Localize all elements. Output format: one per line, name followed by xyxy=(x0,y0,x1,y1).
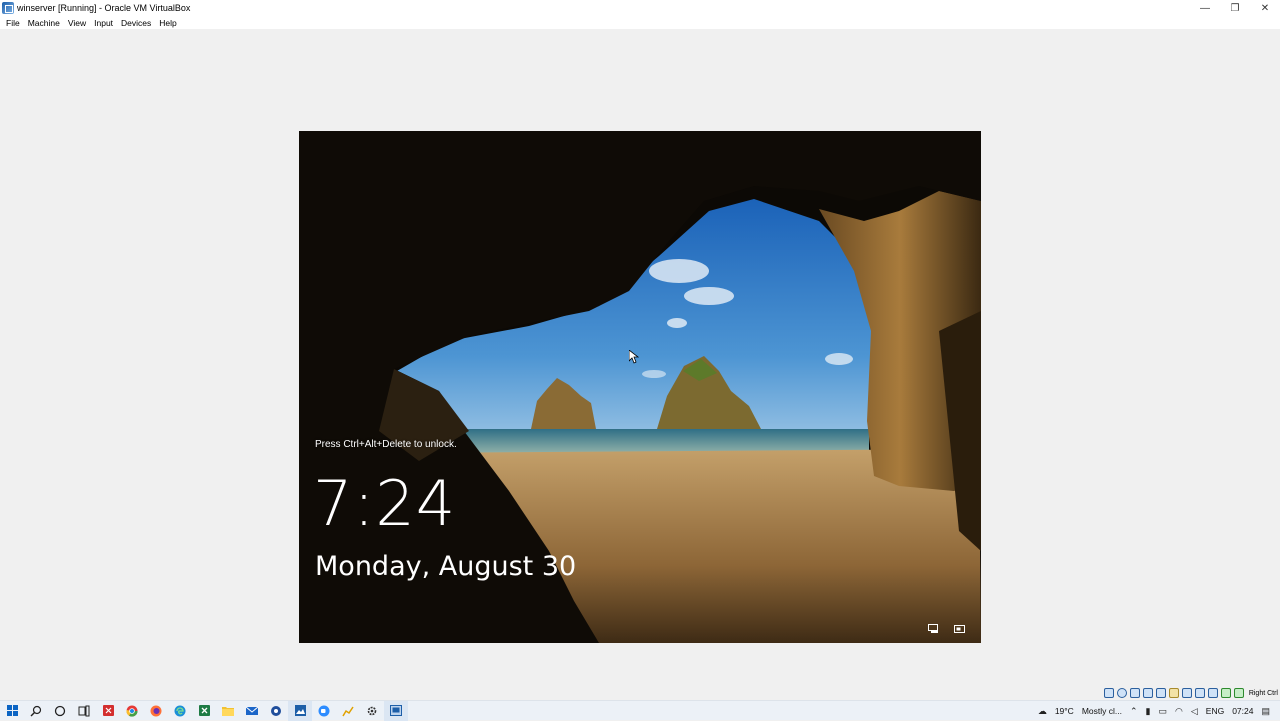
search-icon[interactable] xyxy=(24,701,48,721)
system-tray: ☁ 19°C Mostly cl... ⌃ ▮ ▭ ◠ ◁ ENG 07:24 … xyxy=(1034,701,1280,721)
file-explorer-icon[interactable] xyxy=(216,701,240,721)
windows-taskbar: ☁ 19°C Mostly cl... ⌃ ▮ ▭ ◠ ◁ ENG 07:24 … xyxy=(0,700,1280,721)
menu-machine[interactable]: Machine xyxy=(25,18,63,28)
battery-icon[interactable]: ▭ xyxy=(1158,706,1167,717)
lock-screen-date: Monday, August 30 xyxy=(315,551,577,582)
unlock-hint-text: Press Ctrl+Alt+Delete to unlock. xyxy=(315,439,457,450)
host-key-label: Right Ctrl xyxy=(1248,689,1278,697)
keyboard-icon[interactable] xyxy=(1233,688,1244,698)
mail-icon[interactable] xyxy=(240,701,264,721)
input-language[interactable]: ENG xyxy=(1206,706,1224,716)
virtualbox-icon[interactable] xyxy=(384,700,408,721)
weather-temperature[interactable]: 19°C xyxy=(1055,706,1074,716)
app-blue-icon[interactable] xyxy=(264,701,288,721)
vm-lock-screen[interactable]: Press Ctrl+Alt+Delete to unlock. 7:24 Mo… xyxy=(299,131,981,643)
display-icon[interactable] xyxy=(1181,688,1192,698)
mouse-integration-icon[interactable] xyxy=(1220,688,1231,698)
network-adapter-icon[interactable] xyxy=(1142,688,1153,698)
firefox-icon[interactable] xyxy=(144,701,168,721)
task-view-icon[interactable] xyxy=(72,701,96,721)
usb-icon[interactable] xyxy=(1155,688,1166,698)
close-button[interactable]: ✕ xyxy=(1250,0,1280,16)
taskbar-clock[interactable]: 07:24 xyxy=(1232,706,1253,716)
vm-display-area: Press Ctrl+Alt+Delete to unlock. 7:24 Mo… xyxy=(0,29,1280,686)
notification-center-icon[interactable]: ▤ xyxy=(1261,706,1270,717)
cortana-icon[interactable] xyxy=(48,701,72,721)
app-chart-icon[interactable] xyxy=(336,701,360,721)
shared-folder-icon[interactable] xyxy=(1168,688,1179,698)
weather-description[interactable]: Mostly cl... xyxy=(1082,706,1122,716)
window-title: winserver [Running] - Oracle VM VirtualB… xyxy=(17,3,191,13)
wifi-icon[interactable]: ◠ xyxy=(1175,706,1183,717)
restore-button[interactable]: ❐ xyxy=(1220,0,1250,16)
network-icon[interactable] xyxy=(927,623,941,635)
optical-drive-icon[interactable] xyxy=(1116,688,1127,698)
accessibility-icon[interactable] xyxy=(953,623,967,635)
minimize-button[interactable]: — xyxy=(1190,0,1220,16)
audio-icon[interactable] xyxy=(1129,688,1140,698)
settings-icon[interactable] xyxy=(360,701,384,721)
volume-icon[interactable]: ◁ xyxy=(1191,706,1198,717)
window-title-bar[interactable]: winserver [Running] - Oracle VM VirtualB… xyxy=(0,0,1280,16)
edge-icon[interactable] xyxy=(168,701,192,721)
video-capture-icon[interactable] xyxy=(1194,688,1205,698)
windows-start-icon[interactable] xyxy=(0,701,24,721)
app-red-icon[interactable] xyxy=(96,701,120,721)
virtualization-icon[interactable] xyxy=(1207,688,1218,698)
chrome-icon[interactable] xyxy=(120,701,144,721)
menu-file[interactable]: File xyxy=(3,18,23,28)
virtualbox-status-bar: Right Ctrl xyxy=(1103,686,1280,700)
mouse-cursor-icon xyxy=(629,350,639,364)
show-hidden-icons-icon[interactable]: ⌃ xyxy=(1130,706,1138,717)
menu-view[interactable]: View xyxy=(65,18,89,28)
menu-help[interactable]: Help xyxy=(156,18,179,28)
weather-icon[interactable]: ☁ xyxy=(1038,706,1047,717)
menu-bar: File Machine View Input Devices Help xyxy=(0,16,1280,29)
window-controls: — ❐ ✕ xyxy=(1190,0,1280,16)
excel-icon[interactable] xyxy=(192,701,216,721)
hard-disk-icon[interactable] xyxy=(1103,688,1114,698)
virtualbox-app-icon xyxy=(2,2,14,14)
microphone-icon[interactable]: ▮ xyxy=(1146,706,1151,717)
menu-input[interactable]: Input xyxy=(91,18,116,28)
zoom-icon[interactable] xyxy=(312,701,336,721)
menu-devices[interactable]: Devices xyxy=(118,18,154,28)
app-image-icon[interactable] xyxy=(288,700,312,721)
lock-screen-time: 7:24 xyxy=(313,467,457,540)
